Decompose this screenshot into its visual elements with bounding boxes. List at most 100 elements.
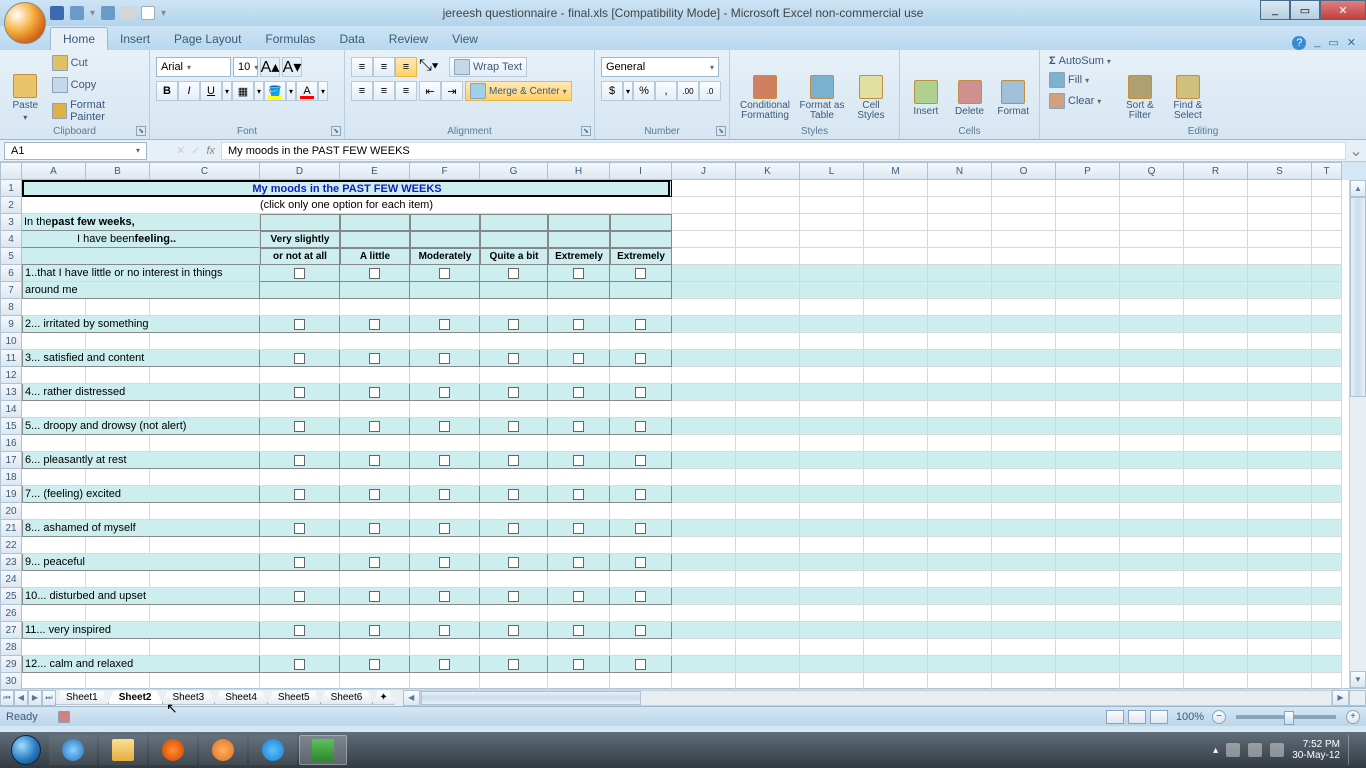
cell-N14[interactable] [928,401,992,418]
zoom-in-button[interactable]: + [1346,710,1360,724]
row-header-29[interactable]: 29 [0,656,22,673]
cell-J9[interactable] [672,316,736,333]
cell-N8[interactable] [928,299,992,316]
cell-E30[interactable] [340,673,410,690]
cell-M24[interactable] [864,571,928,588]
cell-H4[interactable] [548,231,610,248]
horizontal-scrollbar[interactable]: ◀ ▶ [403,690,1349,706]
cell-K5[interactable] [736,248,800,265]
checkbox-q23-3[interactable] [439,557,450,568]
cell-F20[interactable] [410,503,480,520]
prev-sheet-button[interactable]: ◀ [14,690,28,706]
cell-F19[interactable] [410,486,480,503]
border-dropdown[interactable]: ▾ [254,81,264,101]
font-color-button[interactable]: A [296,81,318,101]
cell-L19[interactable] [800,486,864,503]
cell-I12[interactable] [610,367,672,384]
select-all-corner[interactable] [0,162,22,180]
column-header-F[interactable]: F [410,162,480,180]
cell-D6[interactable] [260,265,340,282]
cell-T9[interactable] [1312,316,1342,333]
cell-C24[interactable] [150,571,260,588]
cell-K24[interactable] [736,571,800,588]
row-header-8[interactable]: 8 [0,299,22,316]
wrap-text-button[interactable]: Wrap Text [449,57,527,77]
cell-E8[interactable] [340,299,410,316]
column-header-G[interactable]: G [480,162,548,180]
cell-I3[interactable] [610,214,672,231]
print-icon[interactable] [121,6,135,20]
cell-O15[interactable] [992,418,1056,435]
cell-N17[interactable] [928,452,992,469]
cell-R21[interactable] [1184,520,1248,537]
cell-P11[interactable] [1056,350,1120,367]
cell-P12[interactable] [1056,367,1120,384]
checkbox-q25-4[interactable] [508,591,519,602]
cell-T19[interactable] [1312,486,1342,503]
cell-J18[interactable] [672,469,736,486]
cell-S19[interactable] [1248,486,1312,503]
cell-R27[interactable] [1184,622,1248,639]
cell-D7[interactable] [260,282,340,299]
start-button[interactable] [4,734,48,766]
cell-R17[interactable] [1184,452,1248,469]
checkbox-q29-5[interactable] [573,659,584,670]
cell-M17[interactable] [864,452,928,469]
cell-E5[interactable]: A little [340,248,410,265]
cell-A18[interactable] [22,469,86,486]
checkbox-q27-6[interactable] [635,625,646,636]
row-header-21[interactable]: 21 [0,520,22,537]
cell-A19[interactable]: 7... (feeling) excited [22,486,260,503]
enter-formula-icon[interactable]: ✓ [191,144,200,157]
cell-J17[interactable] [672,452,736,469]
checkbox-q9-2[interactable] [369,319,380,330]
checkbox-q13-5[interactable] [573,387,584,398]
cell-Q29[interactable] [1120,656,1184,673]
cell-O2[interactable] [992,197,1056,214]
taskbar-excel[interactable] [299,735,347,765]
cell-H11[interactable] [548,350,610,367]
cell-Q2[interactable] [1120,197,1184,214]
cell-S18[interactable] [1248,469,1312,486]
cell-B18[interactable] [86,469,150,486]
cell-K10[interactable] [736,333,800,350]
italic-button[interactable]: I [178,81,200,101]
cell-G3[interactable] [480,214,548,231]
checkbox-q11-6[interactable] [635,353,646,364]
cell-R14[interactable] [1184,401,1248,418]
cell-N24[interactable] [928,571,992,588]
cell-P3[interactable] [1056,214,1120,231]
checkbox-q21-3[interactable] [439,523,450,534]
cell-T8[interactable] [1312,299,1342,316]
cell-C30[interactable] [150,673,260,690]
cell-O13[interactable] [992,384,1056,401]
cell-F15[interactable] [410,418,480,435]
cell-P17[interactable] [1056,452,1120,469]
page-break-view-button[interactable] [1150,710,1168,724]
cell-F11[interactable] [410,350,480,367]
checkbox-q19-1[interactable] [294,489,305,500]
cell-L20[interactable] [800,503,864,520]
row-header-15[interactable]: 15 [0,418,22,435]
cell-D20[interactable] [260,503,340,520]
cell-E23[interactable] [340,554,410,571]
cell-P20[interactable] [1056,503,1120,520]
cell-K26[interactable] [736,605,800,622]
checkbox-q19-5[interactable] [573,489,584,500]
cell-E12[interactable] [340,367,410,384]
cell-I4[interactable] [610,231,672,248]
cell-E27[interactable] [340,622,410,639]
cell-S17[interactable] [1248,452,1312,469]
cell-Q8[interactable] [1120,299,1184,316]
cell-H12[interactable] [548,367,610,384]
cell-D16[interactable] [260,435,340,452]
checkbox-q13-3[interactable] [439,387,450,398]
cell-P26[interactable] [1056,605,1120,622]
checkbox-q21-2[interactable] [369,523,380,534]
increase-decimal-button[interactable]: .00 [677,81,699,101]
cell-I17[interactable] [610,452,672,469]
name-box[interactable]: A1▾ [4,142,147,160]
cell-N4[interactable] [928,231,992,248]
cell-C10[interactable] [150,333,260,350]
cell-G16[interactable] [480,435,548,452]
